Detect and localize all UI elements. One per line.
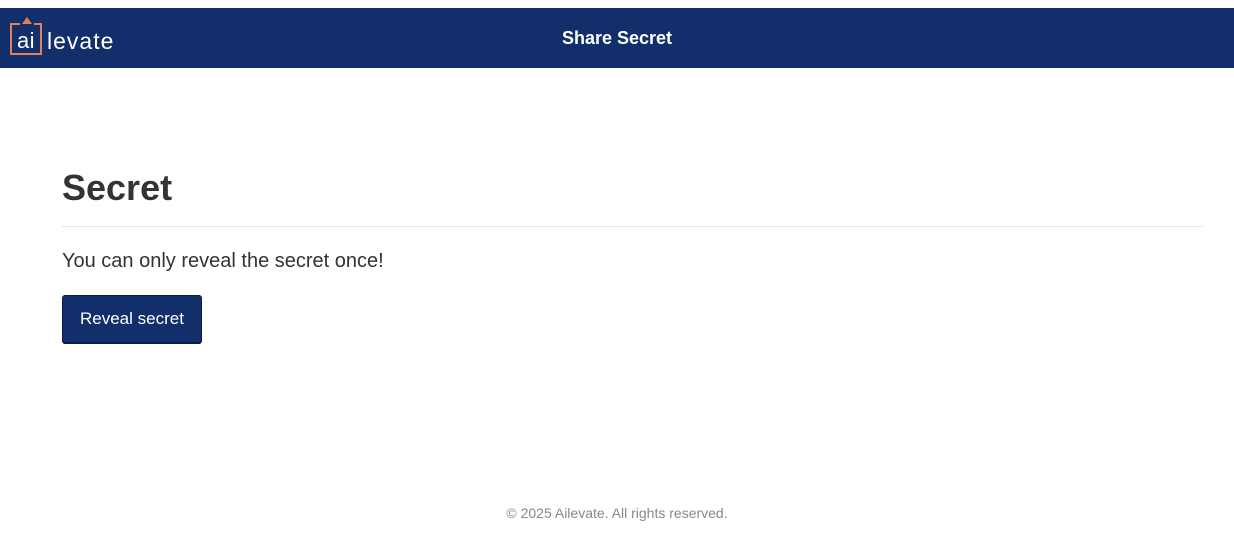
page-header-title: Share Secret bbox=[561, 28, 673, 48]
top-navbar: ai levate Share Secret bbox=[0, 8, 1234, 68]
secret-panel: Secret You can only reveal the secret on… bbox=[62, 168, 1203, 343]
reveal-warning-text: You can only reveal the secret once! bbox=[62, 250, 384, 272]
reveal-secret-button[interactable]: Reveal secret bbox=[62, 295, 202, 343]
footer-copyright: © 2025 Ailevate. All rights reserved. bbox=[506, 505, 728, 521]
page-title: Secret bbox=[62, 168, 1203, 227]
